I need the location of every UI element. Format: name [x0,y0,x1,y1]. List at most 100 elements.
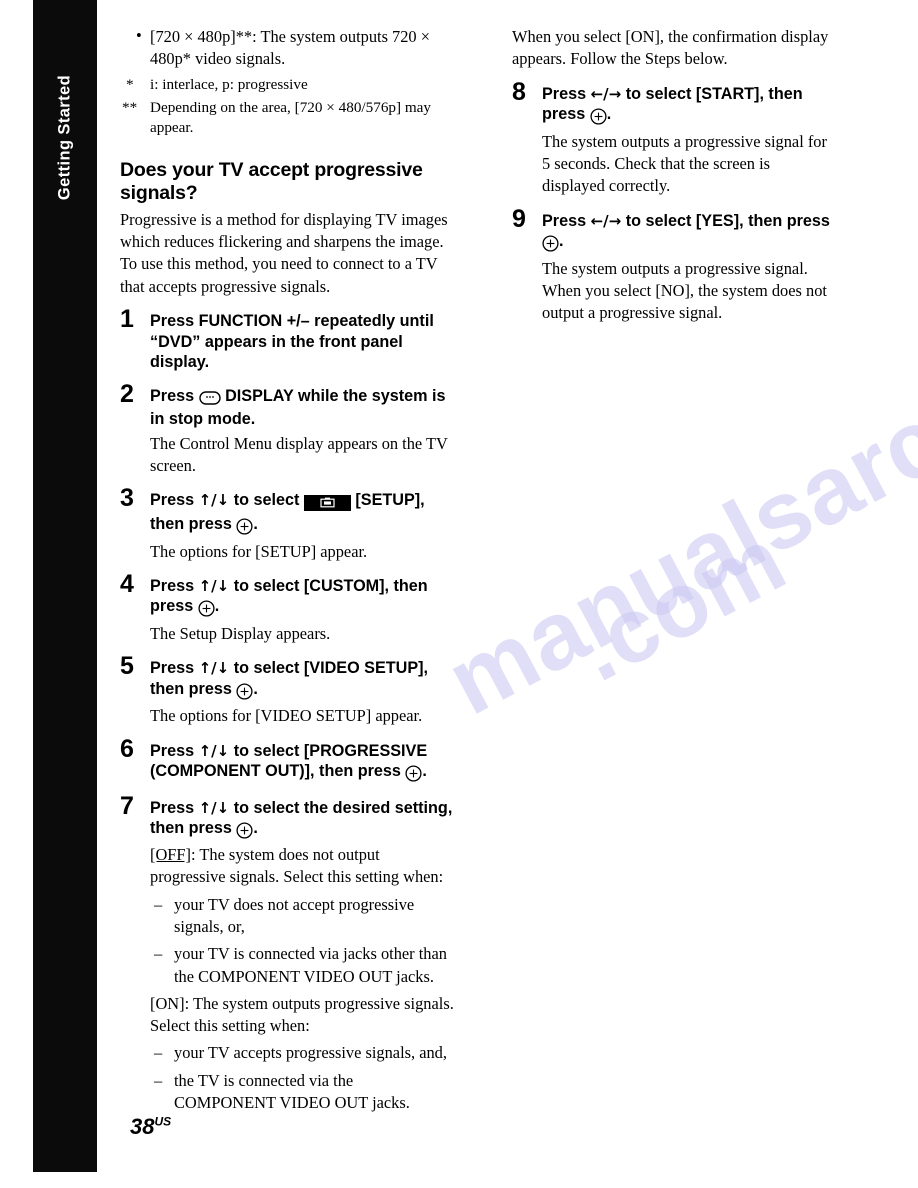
dash-icon: – [154,894,163,914]
step-title-end: . [253,819,258,838]
dash-icon: – [154,1043,163,1063]
enter-button-icon [542,234,559,255]
step-title-pre: Press [150,576,195,595]
watermark-text-line2: .com [560,508,802,701]
enter-button-icon [236,517,253,538]
setting-off-label: [OFF] [150,844,191,864]
chapter-side-tab: Getting Started [33,0,97,1172]
list-item-text: your TV is connected via jacks other tha… [174,944,447,986]
step-5: 5 Press ↑/↓ to select [VIDEO SETUP], the… [120,654,455,727]
right-column: When you select [ON], the confirmation d… [512,26,832,325]
setting-on-description: [ON]: The system outputs progressive sig… [150,993,454,1036]
step-title-mid: to select the desired setting, then pres… [150,798,453,838]
step-body: The options for [SETUP] appear. [150,541,368,561]
step-number: 3 [120,484,134,513]
list-item: – your TV accepts progressive signals, a… [150,1042,455,1064]
step-title: Press ↑/↓ to select [CUSTOM], then press… [150,576,455,620]
up-down-arrows-icon: ↑/↓ [198,576,230,595]
page-region-suffix: US [154,1114,172,1129]
step-number: 7 [120,791,134,820]
up-down-arrows-icon: ↑/↓ [198,659,230,678]
list-item-text: your TV accepts progressive signals, and… [174,1043,447,1063]
step-7: 7 Press ↑/↓ to select the desired settin… [120,793,455,1115]
step-title-mid: to select [233,491,300,510]
step-6: 6 Press ↑/↓ to select [PROGRESSIVE (COMP… [120,736,455,785]
step-title: Press ↑/↓ to select [VIDEO SETUP], then … [150,658,455,702]
step-title-pre: Press [542,84,587,103]
enter-button-icon [405,764,422,785]
watermark-text-line1: manualsarchive [430,293,918,736]
step-title-end: . [606,105,612,124]
footnote-marker: * [126,75,134,93]
left-column: • [720 × 480p]**: The system outputs 720… [120,26,455,1114]
step-body: The options for [VIDEO SETUP] appear. [150,706,423,726]
step-body: The system outputs a progressive signal … [542,131,827,196]
step-title-end: . [422,762,427,781]
footnote-text: i: interlace, p: progressive [150,75,308,93]
section-intro-paragraph: Progressive is a method for displaying T… [120,209,448,296]
list-item-text: your TV does not accept progressive sign… [174,894,415,936]
enter-button-icon [590,107,607,128]
enter-button-icon [236,682,253,703]
right-column-intro: When you select [ON], the confirmation d… [512,27,829,69]
step-2: 2 Press DISPLAY while the system is in s… [120,381,455,478]
step-title-end: . [214,597,220,616]
page-number: 38 [130,1114,155,1139]
setup-menu-icon [303,493,351,514]
up-down-arrows-icon: ↑/↓ [198,491,230,510]
enter-button-icon [236,821,253,842]
step-title-post: DISPLAY while the system is in stop mode… [150,386,446,429]
step-title-mid: to select [YES], then press [625,211,830,230]
step-number: 2 [120,379,134,408]
left-right-arrows-icon: ←/→ [590,84,622,103]
step-number: 1 [120,304,134,333]
dash-icon: – [154,944,163,964]
step-3: 3 Press ↑/↓ to select [SETUP], then pres… [120,486,455,562]
step-title-pre: Press [150,741,195,760]
setting-off-description: [OFF]: The system does not output progre… [150,844,455,889]
step-4: 4 Press ↑/↓ to select [CUSTOM], then pre… [120,571,455,645]
setting-off-text: : The system does not output progressive… [150,844,444,887]
step-title-pre: Press [150,491,195,510]
page-footer: 38US [130,1114,171,1140]
step-title-end: . [253,514,258,533]
footnote-marker: ** [122,98,138,116]
step-number: 6 [120,734,134,763]
bullet-icon: • [136,26,142,45]
step-9: 9 Press ←/→ to select [YES], then press … [512,206,832,325]
dash-icon: – [154,1070,163,1090]
list-item: – your TV does not accept progressive si… [150,894,455,939]
up-down-arrows-icon: ↑/↓ [198,798,230,817]
step-body: The Control Menu display appears on the … [150,433,448,476]
step-title: Press ↑/↓ to select [PROGRESSIVE (COMPON… [150,741,455,785]
manual-page: manualsarchive .com Getting Started • [7… [0,0,918,1188]
step-title: Press DISPLAY while the system is in sto… [150,386,455,430]
left-right-arrows-icon: ←/→ [590,211,622,230]
step-title-pre: Press [150,659,195,678]
step-title-pre: Press [150,798,195,817]
step-title: Press ←/→ to select [YES], then press . [542,211,832,255]
step-title: Press ↑/↓ to select the desired setting,… [150,798,455,842]
step-number: 4 [120,569,134,598]
step-title-end: . [559,232,564,251]
step-title: Press ←/→ to select [START], then press … [542,84,832,128]
step-title: Press FUNCTION +/– repeatedly until “DVD… [150,311,434,372]
list-item: • [720 × 480p]**: The system outputs 720… [120,26,455,71]
step-title-pre: Press [542,211,587,230]
step-1: 1 Press FUNCTION +/– repeatedly until “D… [120,306,455,373]
step-title-end: . [253,679,258,698]
step-body: The Setup Display appears. [150,623,331,643]
list-item: – your TV is connected via jacks other t… [150,943,455,988]
step-number: 5 [120,652,134,681]
chapter-side-tab-label: Getting Started [55,74,74,201]
step-number: 8 [512,77,526,106]
list-item-text: the TV is connected via the COMPONENT VI… [174,1070,410,1113]
step-body: The system outputs a progressive signal.… [542,258,827,323]
list-item: – the TV is connected via the COMPONENT … [150,1070,455,1115]
step-title: Press ↑/↓ to select [SETUP], then press … [150,490,455,537]
step-8: 8 Press ←/→ to select [START], then pres… [512,79,832,198]
footnote-text: Depending on the area, [720 × 480/576p] … [150,98,432,137]
up-down-arrows-icon: ↑/↓ [198,741,230,760]
bullet-text: [720 × 480p]**: The system outputs 720 ×… [150,27,430,69]
display-button-icon [198,389,221,410]
